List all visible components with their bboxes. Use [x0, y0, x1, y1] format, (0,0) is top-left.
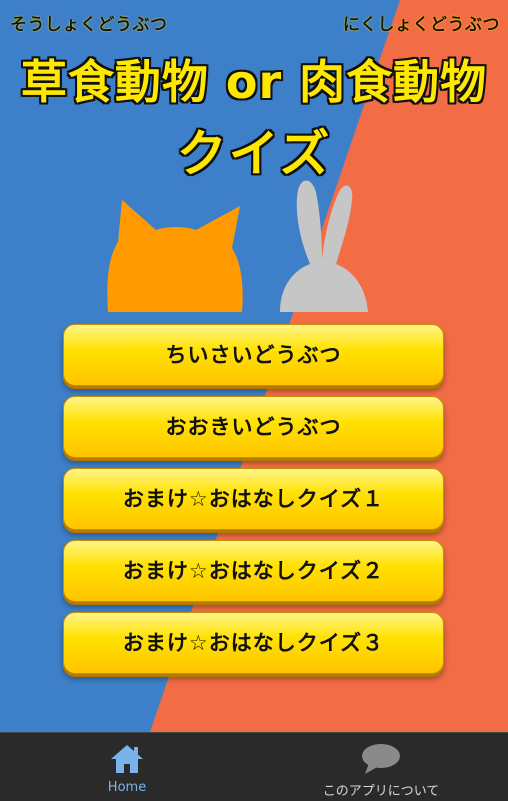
rabbit-silhouette-icon [280, 180, 368, 312]
speech-bubble-icon [362, 744, 400, 774]
bonus-story-quiz-2-button[interactable]: おまけ☆おはなしクイズ２ [63, 540, 444, 602]
bottom-tab-bar: Home このアプリについて [0, 732, 508, 801]
tab-about-label: このアプリについて [322, 784, 440, 799]
page-subtitle: クイズ [176, 125, 332, 183]
page-title: 草食動物 or 肉食動物 [20, 55, 488, 109]
quiz-menu: ちいさいどうぶつ おおきいどうぶつ おまけ☆おはなしクイズ１ おまけ☆おはなしク… [63, 324, 444, 684]
cat-silhouette-icon [107, 200, 243, 312]
tab-about-app[interactable]: このアプリについて [254, 733, 508, 801]
small-animals-button[interactable]: ちいさいどうぶつ [63, 324, 444, 386]
bonus-story-quiz-3-button[interactable]: おまけ☆おはなしクイズ３ [63, 612, 444, 674]
app-screen: そうしょくどうぶつ にくしょくどうぶつ 草食動物 or 肉食動物 クイズ ちいさ… [0, 0, 508, 732]
tab-home-label: Home [107, 780, 147, 795]
tab-home[interactable]: Home [0, 733, 254, 801]
large-animals-button[interactable]: おおきいどうぶつ [63, 396, 444, 458]
bonus-story-quiz-1-button[interactable]: おまけ☆おはなしクイズ１ [63, 468, 444, 530]
home-icon [111, 745, 143, 773]
ruby-carnivore: にくしょくどうぶつ [342, 15, 500, 35]
ruby-herbivore: そうしょくどうぶつ [10, 15, 168, 35]
